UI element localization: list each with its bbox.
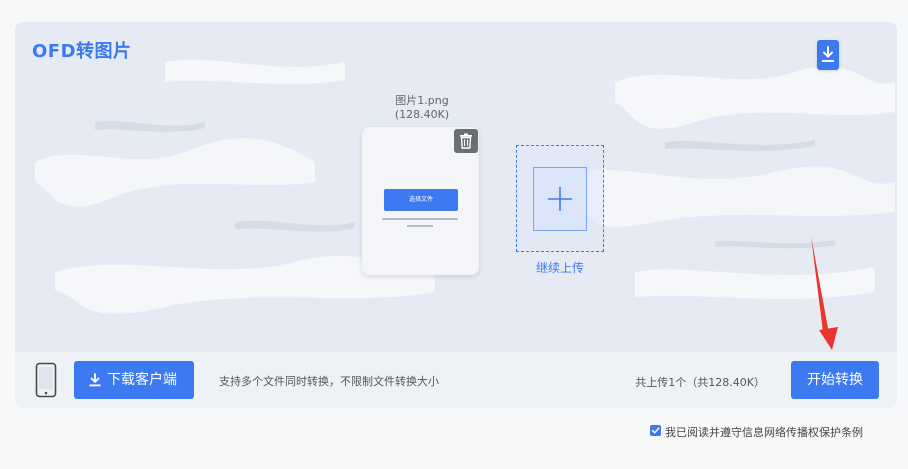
file-name: 图片1.png <box>395 94 449 107</box>
upload-count: 共上传1个（共128.40K） <box>635 376 765 389</box>
add-more-button[interactable] <box>516 145 604 252</box>
plus-icon <box>548 187 572 211</box>
thumbnail-text-line <box>382 218 458 220</box>
page-title: OFD转图片 <box>32 41 132 62</box>
phone-icon <box>35 362 57 398</box>
file-info: 图片1.png (128.40K) <box>362 94 482 122</box>
add-more-label[interactable]: 继续上传 <box>516 259 604 276</box>
agreement-label: 我已阅读并遵守信息网络传播权保护条例 <box>665 426 863 439</box>
download-client-label: 下载客户端 <box>107 372 177 388</box>
agreement-checkbox[interactable] <box>650 425 661 436</box>
converter-panel: OFD转图片 图片1.png (128.40K) 选择文件 继续上传 下载客户端… <box>15 22 897 408</box>
checkmark-icon <box>651 427 660 434</box>
action-bar: 下载客户端 支持多个文件同时转换，不限制文件转换大小 共上传1个（共128.40… <box>15 352 897 408</box>
add-more-frame <box>533 167 587 231</box>
file-size: (128.40K) <box>394 108 450 121</box>
download-client-button[interactable]: 下载客户端 <box>74 361 194 399</box>
start-convert-button[interactable]: 开始转换 <box>791 361 879 399</box>
thumbnail-select-button: 选择文件 <box>384 189 458 211</box>
thumbnail-text-line <box>407 225 433 227</box>
download-icon <box>89 373 101 387</box>
trash-icon[interactable] <box>454 129 478 153</box>
download-icon[interactable] <box>817 40 839 70</box>
support-info: 支持多个文件同时转换，不限制文件转换大小 <box>219 375 439 388</box>
